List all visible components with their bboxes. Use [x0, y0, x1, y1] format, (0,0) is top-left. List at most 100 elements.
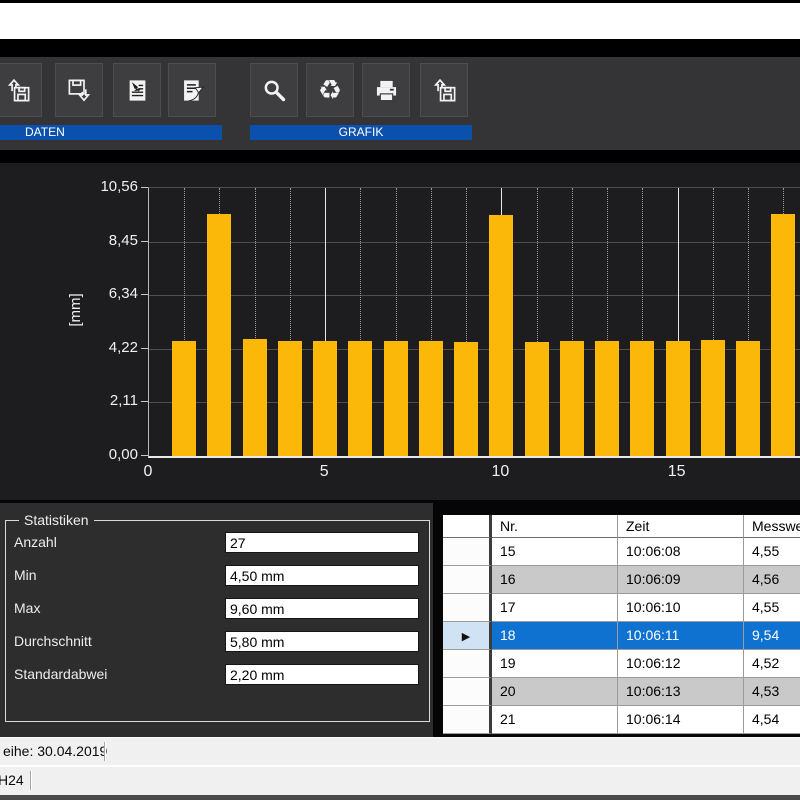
row-selected-arrow-icon: ▶ [462, 631, 470, 643]
chart-bar [595, 341, 619, 456]
printer-icon [373, 77, 400, 104]
chart-bar [525, 342, 549, 456]
cell-messwert[interactable]: 4,55 [744, 538, 800, 566]
cell-messwert[interactable]: 4,54 [744, 706, 800, 734]
measurement-table[interactable]: Nr.ZeitMesswert 1510:06:084,551610:06:09… [443, 515, 800, 735]
table-row[interactable]: 1710:06:104,55 [443, 594, 800, 622]
stat-value-max[interactable] [225, 598, 419, 619]
cell-zeit[interactable]: 10:06:11 [618, 622, 744, 650]
gridline-horizontal [149, 242, 800, 243]
cell-zeit[interactable]: 10:06:09 [618, 566, 744, 594]
cell-nr[interactable]: 18 [492, 622, 618, 650]
cell-messwert[interactable]: 9,54 [744, 622, 800, 650]
chart-bar [278, 341, 302, 456]
cell-messwert[interactable]: 4,53 [744, 678, 800, 706]
table-row[interactable]: 1610:06:094,56 [443, 566, 800, 594]
table-row[interactable]: 1910:06:124,52 [443, 650, 800, 678]
table-row[interactable]: 1510:06:084,55 [443, 538, 800, 566]
lower-section: Statistiken AnzahlMinMaxDurchschnittStan… [0, 500, 800, 737]
chart-bar [172, 341, 196, 456]
row-header-cell[interactable] [443, 566, 492, 594]
stat-label-max: Max [14, 598, 214, 619]
save-data-button[interactable] [55, 63, 103, 117]
zoom-graphic-button[interactable] [250, 63, 298, 117]
y-axis-tick-mark [141, 294, 148, 295]
save-graphic-button[interactable] [420, 63, 468, 117]
chart-bar [489, 215, 513, 456]
cell-zeit[interactable]: 10:06:08 [618, 538, 744, 566]
refresh-graphic-button[interactable]: ♻ [306, 63, 354, 117]
stat-value-standardabwei[interactable] [225, 664, 419, 685]
stat-label-standardabwei: Standardabwei [14, 664, 214, 685]
chart-plot-area [148, 187, 800, 458]
x-axis-tick-label: 15 [655, 463, 699, 481]
cell-messwert[interactable]: 4,52 [744, 650, 800, 678]
chart-bar [454, 342, 478, 456]
table-header-row: Nr.ZeitMesswert [443, 515, 800, 538]
row-header-cell[interactable] [443, 538, 492, 566]
measurement-bar-chart: [mm] 0,002,114,226,348,4510,56051015 [0, 163, 800, 500]
row-header-cell[interactable] [443, 678, 492, 706]
window-top-strip [0, 3, 800, 39]
cell-zeit[interactable]: 10:06:12 [618, 650, 744, 678]
y-axis-tick-label: 4,22 [60, 339, 138, 357]
toolbar-group-label: DATEN [25, 125, 65, 140]
print-graphic-button[interactable] [362, 63, 410, 117]
chart-bar [348, 341, 372, 456]
chart-bar [630, 341, 654, 456]
cell-nr[interactable]: 17 [492, 594, 618, 622]
cell-nr[interactable]: 20 [492, 678, 618, 706]
chart-bar [384, 341, 408, 456]
table-row[interactable]: 2110:06:144,54 [443, 706, 800, 734]
row-header-cell[interactable] [443, 650, 492, 678]
table-row[interactable]: ▶ 1810:06:119,54 [443, 622, 800, 650]
recycle-refresh-icon: ♻ [318, 77, 342, 104]
row-header-cell[interactable]: ▶ [443, 622, 492, 650]
cell-messwert[interactable]: 4,56 [744, 566, 800, 594]
stat-label-anzahl: Anzahl [14, 532, 214, 553]
column-header-nr[interactable]: Nr. [492, 515, 618, 538]
toolbar-group-daten: DATEN [0, 57, 222, 150]
cell-zeit[interactable]: 10:06:10 [618, 594, 744, 622]
cell-messwert[interactable]: 4,55 [744, 594, 800, 622]
chart-bar [243, 339, 267, 456]
cell-zeit[interactable]: 10:06:13 [618, 678, 744, 706]
cell-nr[interactable]: 21 [492, 706, 618, 734]
status-bar-1: eihe: 30.04.2019 [0, 737, 800, 765]
row-header-cell[interactable] [443, 594, 492, 622]
status-device-id: H24 [0, 767, 24, 795]
column-header-zeit[interactable]: Zeit [618, 515, 744, 538]
cell-zeit[interactable]: 10:06:14 [618, 706, 744, 734]
status-separator [30, 771, 32, 790]
chart-bar [560, 341, 584, 456]
status-separator [104, 742, 106, 761]
stat-value-min[interactable] [225, 565, 419, 586]
y-axis-tick-label: 8,45 [60, 232, 138, 250]
chart-bar [701, 340, 725, 456]
statistics-panel: Statistiken AnzahlMinMaxDurchschnittStan… [0, 503, 433, 737]
table-row[interactable]: 2010:06:134,53 [443, 678, 800, 706]
statistics-groupbox-title: Statistiken [19, 512, 94, 529]
toolbar: DATEN ♻ GRAFIK [0, 57, 800, 150]
load-data-button[interactable] [0, 63, 42, 117]
cell-nr[interactable]: 19 [492, 650, 618, 678]
cell-nr[interactable]: 16 [492, 566, 618, 594]
chart-bar [771, 214, 795, 456]
toolbar-group-label: GRAFIK [339, 125, 384, 139]
stat-value-anzahl[interactable] [225, 532, 419, 553]
x-axis-tick-label: 10 [478, 463, 522, 481]
stat-value-durchschnitt[interactable] [225, 631, 419, 652]
stat-label-durchschnitt: Durchschnitt [14, 631, 214, 652]
chart-bar [736, 341, 760, 456]
delete-document-icon [124, 77, 151, 104]
export-data-button[interactable] [168, 63, 216, 117]
column-header-messwert[interactable]: Messwert [744, 515, 800, 538]
toolbar-group-label-bar: DATEN [0, 125, 222, 140]
row-header-cell[interactable] [443, 706, 492, 734]
delete-data-button[interactable] [113, 63, 161, 117]
load-data-floppy-up-icon [5, 77, 32, 104]
cell-nr[interactable]: 15 [492, 538, 618, 566]
y-axis-tick-label: 0,00 [60, 446, 138, 464]
y-axis-tick-mark [141, 241, 148, 242]
y-axis-tick-label: 10,56 [60, 178, 138, 196]
